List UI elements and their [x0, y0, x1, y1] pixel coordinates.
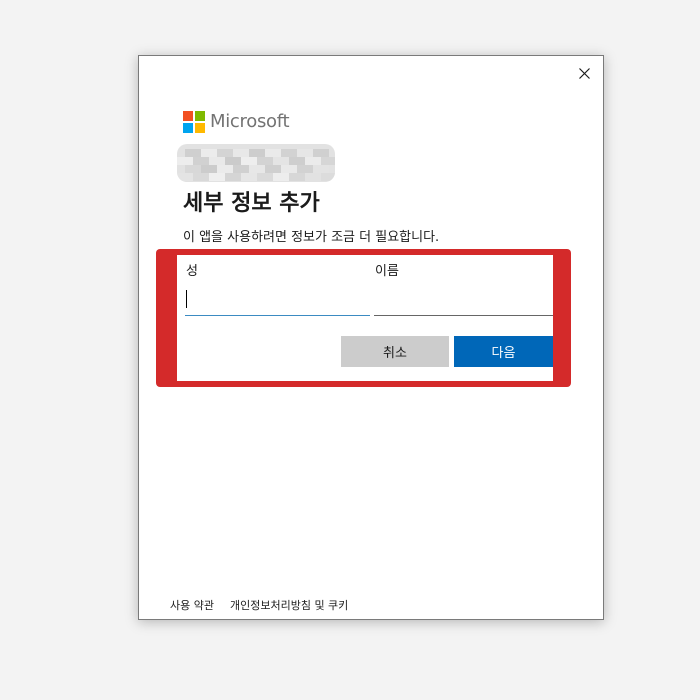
terms-link[interactable]: 사용 약관 — [170, 599, 214, 612]
microsoft-logo-icon — [183, 111, 205, 133]
privacy-link[interactable]: 개인정보처리방침 및 쿠키 — [230, 599, 348, 612]
first-name-field[interactable] — [374, 288, 553, 316]
redacted-account-identifier — [177, 144, 335, 182]
add-details-dialog: Microsoft 세부 정보 추가 이 앱을 사용하려면 정보가 조금 더 필… — [138, 55, 604, 620]
footer-links: 사용 약관 개인정보처리방침 및 쿠키 — [170, 599, 348, 613]
last-name-field[interactable] — [185, 288, 370, 316]
page-title: 세부 정보 추가 — [183, 191, 320, 216]
page-subtitle: 이 앱을 사용하려면 정보가 조금 더 필요합니다. — [183, 230, 440, 245]
text-caret — [186, 290, 187, 308]
first-name-label: 이름 — [375, 264, 399, 279]
close-icon — [578, 67, 590, 79]
last-name-label: 성 — [186, 264, 198, 279]
close-button[interactable] — [573, 62, 595, 84]
cancel-button[interactable]: 취소 — [341, 336, 449, 367]
next-button[interactable]: 다음 — [454, 336, 553, 367]
brand-name: Microsoft — [210, 111, 290, 132]
